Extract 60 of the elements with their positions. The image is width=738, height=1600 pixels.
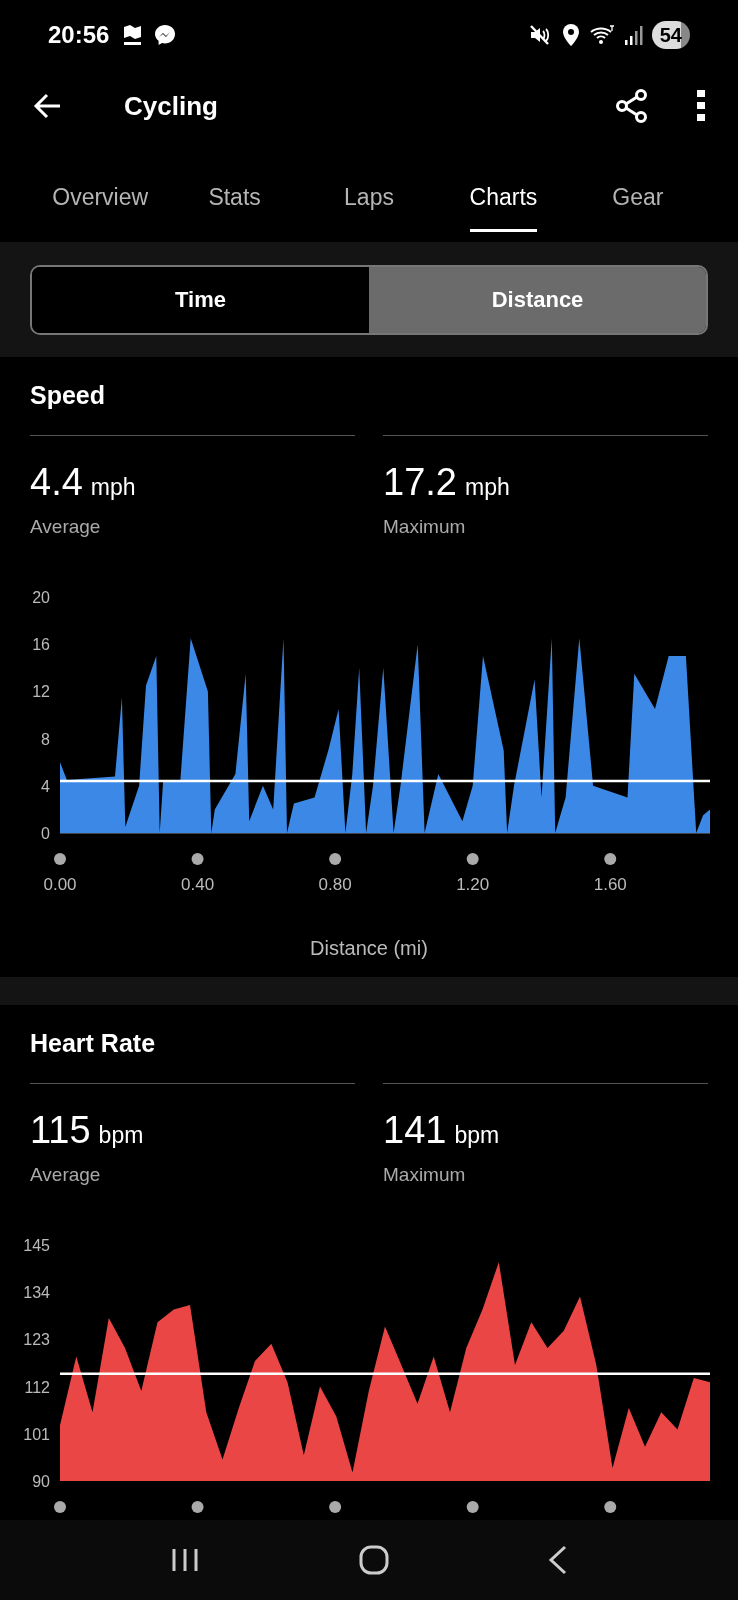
x-axis-label: 0.40 [181,875,215,894]
y-axis-label: 0 [41,825,50,842]
x-axis-label: 1.20 [456,875,490,894]
y-axis-label: 134 [23,1284,50,1302]
y-axis-label: 8 [41,730,50,748]
x-axis-label: 0.00 [43,875,77,894]
stat-label: Maximum [383,1162,467,1187]
stat-label: Maximum [383,514,467,539]
y-axis-label: 12 [32,683,50,701]
x-tick-dot [466,1501,479,1513]
y-axis-label: 4 [41,777,50,795]
x-tick-dot [466,853,479,865]
tab[interactable]: Gear [570,142,706,242]
y-axis-label: 145 [23,1237,50,1254]
stat-value: 17.2 [383,459,457,505]
stat-value: 4.4 [30,459,83,505]
x-tick-dot [329,853,342,865]
share-icon[interactable] [614,88,650,124]
stat-label: Average [30,514,102,539]
chat-bubble-icon [153,23,178,47]
x-tick-dot [191,853,204,865]
section-title: Heart Rate [29,1028,157,1059]
y-axis-label: 20 [32,589,50,606]
home-icon[interactable] [359,1545,389,1575]
stat-value: 115 [30,1107,91,1153]
x-axis-title: Distance (mi) [309,936,429,961]
stat-unit: mph [90,472,136,502]
y-axis-label: 101 [23,1425,50,1443]
x-axis-label: 1.60 [593,875,627,894]
y-axis-label: 123 [23,1331,50,1349]
segment-button[interactable]: Time [32,266,369,333]
x-tick-dot [329,1501,342,1513]
stat-unit: bpm [98,1120,144,1150]
x-tick-dot [191,1501,204,1513]
stat-value: 141 [383,1107,447,1153]
x-tick-dot [54,1501,66,1513]
stat-label: Average [30,1162,102,1187]
tab[interactable]: Laps [301,142,437,242]
y-axis-label: 112 [24,1378,50,1396]
y-axis-label: 16 [32,636,50,654]
x-tick-dot [54,853,66,865]
tab[interactable]: Charts [436,142,571,242]
x-tick-dot [604,1501,617,1513]
stat-unit: bpm [454,1120,500,1150]
segment-button[interactable]: Distance [369,266,706,333]
x-tick-dot [604,853,617,865]
signal-icon [623,24,644,46]
x-axis-label: 0.80 [318,875,352,894]
tab[interactable]: Stats [167,142,302,242]
page-title: Cycling [124,89,218,123]
section-title: Speed [29,380,107,411]
status-time: 20:56 [48,20,110,50]
y-axis-label: 90 [32,1473,50,1490]
stat-unit: mph [464,472,510,502]
battery-indicator: 54 [651,21,690,49]
back-icon[interactable] [548,1545,569,1575]
tab[interactable]: Overview [33,142,168,242]
more-options-icon[interactable] [696,89,706,123]
wifi-icon [589,24,616,46]
mute-icon [527,23,552,47]
